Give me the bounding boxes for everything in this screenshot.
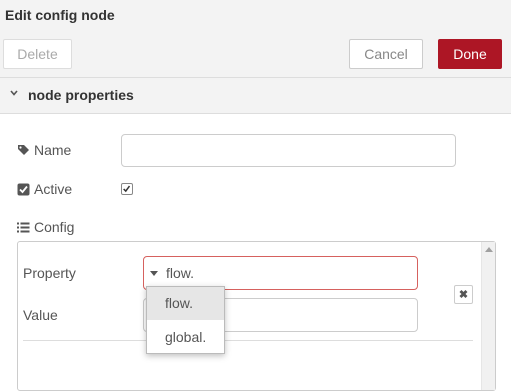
- property-type-prefix: flow.: [166, 265, 195, 281]
- config-scrollbar[interactable]: [481, 242, 495, 390]
- scroll-up-icon[interactable]: [485, 247, 493, 252]
- dropdown-option-global[interactable]: global.: [147, 321, 224, 354]
- checkbox-icon: [17, 183, 30, 195]
- property-label: Property: [23, 265, 76, 281]
- remove-row-button[interactable]: ✖: [454, 285, 473, 304]
- checkmark-icon: [123, 185, 131, 193]
- name-label: Name: [34, 142, 72, 158]
- name-input[interactable]: [121, 134, 456, 167]
- cancel-button[interactable]: Cancel: [349, 39, 423, 69]
- active-label: Active: [34, 181, 73, 197]
- tag-icon: [18, 144, 29, 155]
- close-icon: ✖: [458, 289, 469, 301]
- row-divider: [23, 340, 473, 341]
- active-label-row: Active: [17, 181, 72, 197]
- property-input[interactable]: flow.: [143, 256, 418, 290]
- node-properties-section[interactable]: node properties: [0, 78, 511, 114]
- value-label: Value: [23, 307, 58, 323]
- dialog-title: Edit config node: [5, 7, 115, 23]
- name-label-row: Name: [17, 142, 71, 158]
- config-label-row: Config: [17, 219, 74, 235]
- done-button[interactable]: Done: [438, 39, 502, 69]
- dialog-header: Edit config node: [0, 0, 511, 30]
- type-dropdown-caret-icon[interactable]: [150, 271, 158, 276]
- active-checkbox[interactable]: [121, 183, 133, 195]
- type-dropdown-menu: flow. global.: [146, 286, 225, 354]
- dialog-toolbar: Delete Cancel Done: [0, 30, 511, 78]
- delete-button[interactable]: Delete: [3, 39, 72, 69]
- section-label: node properties: [28, 87, 134, 103]
- config-label: Config: [34, 219, 75, 235]
- chevron-down-icon: [10, 90, 18, 96]
- config-list: Property flow. Value ✖: [17, 241, 496, 391]
- list-icon: [17, 222, 30, 232]
- dropdown-option-flow[interactable]: flow.: [147, 287, 224, 320]
